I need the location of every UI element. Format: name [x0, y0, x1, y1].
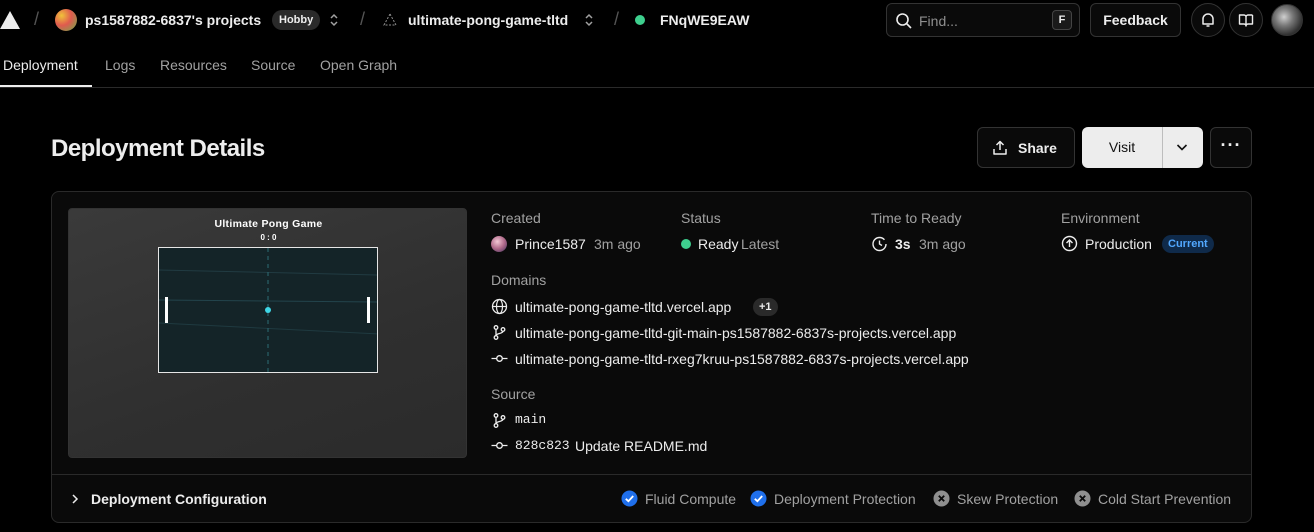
deployment-preview[interactable]: Ultimate Pong Game 0 : 0	[68, 208, 467, 458]
creator-avatar	[491, 236, 507, 252]
vercel-logo-icon[interactable]	[0, 11, 20, 29]
team-name[interactable]: ps1587882-6837's projects	[85, 12, 261, 28]
environment-value: Production	[1085, 236, 1152, 252]
commit-message[interactable]: Update README.md	[575, 438, 707, 454]
breadcrumb-separator: /	[34, 9, 40, 29]
plan-badge: Hobby	[272, 10, 321, 30]
tab-resources[interactable]: Resources	[160, 57, 227, 73]
notifications-button[interactable]	[1191, 3, 1225, 37]
deployment-status-dot	[635, 15, 645, 25]
share-button[interactable]: Share	[977, 127, 1075, 168]
time-to-ready-time: 3m ago	[919, 236, 966, 252]
environment-label: Environment	[1061, 210, 1140, 226]
book-icon	[1238, 14, 1254, 27]
search-icon	[896, 13, 912, 29]
status-value: Ready	[698, 236, 739, 252]
globe-icon	[491, 298, 508, 315]
deployment-tabs: Deployment Logs Resources Source Open Gr…	[0, 40, 1314, 88]
user-avatar[interactable]	[1271, 4, 1303, 36]
visit-button[interactable]: Visit	[1082, 127, 1162, 168]
status-label: Status	[681, 210, 721, 226]
time-to-ready-label: Time to Ready	[871, 210, 962, 226]
visit-button-group: Visit	[1082, 127, 1203, 168]
commit-hash[interactable]: 828c823	[515, 438, 570, 453]
ready-status-dot	[681, 239, 691, 249]
card-divider	[52, 474, 1251, 475]
chevron-down-icon	[1176, 144, 1188, 151]
status-note: Latest	[741, 236, 780, 252]
current-badge: Current	[1162, 235, 1214, 253]
bell-icon	[1202, 13, 1214, 27]
search-input[interactable]: Find... F	[886, 3, 1080, 37]
breadcrumb-separator: /	[360, 9, 366, 29]
visit-dropdown-button[interactable]	[1162, 127, 1203, 168]
created-time: 3m ago	[594, 236, 641, 252]
page-title: Deployment Details	[51, 135, 265, 162]
preview-game-title: Ultimate Pong Game	[214, 218, 323, 230]
share-icon	[993, 140, 1007, 155]
team-switcher-chevrons-icon[interactable]	[328, 13, 340, 27]
chevron-right-icon[interactable]	[69, 493, 81, 505]
project-switcher-chevrons-icon[interactable]	[583, 13, 595, 27]
tab-source[interactable]: Source	[251, 57, 295, 73]
git-commit-icon	[491, 442, 508, 449]
more-options-button[interactable]: ···	[1210, 127, 1252, 168]
search-placeholder: Find...	[919, 13, 958, 29]
time-to-ready-value: 3s	[895, 236, 911, 252]
creator-name[interactable]: Prince1587	[515, 236, 586, 252]
breadcrumb-separator: /	[614, 9, 620, 29]
domain-link-git-branch[interactable]: ultimate-pong-game-tltd-git-main-ps15878…	[515, 325, 956, 341]
project-triangle-icon	[383, 13, 397, 26]
pong-court-graphic	[159, 248, 377, 372]
tab-logs[interactable]: Logs	[105, 57, 135, 73]
git-branch-icon	[493, 413, 506, 428]
domains-more-badge[interactable]: +1	[753, 298, 778, 316]
domain-link-primary[interactable]: ultimate-pong-game-tltd.vercel.app	[515, 299, 731, 315]
x-circle-icon	[933, 490, 950, 507]
preview-pong-field	[158, 247, 378, 373]
production-arrow-up-icon	[1061, 235, 1078, 252]
deployment-details-card: Ultimate Pong Game 0 : 0 Created Prince1…	[51, 191, 1252, 523]
check-circle-icon	[750, 490, 767, 507]
share-label: Share	[1018, 140, 1057, 156]
top-navigation-bar: / ps1587882-6837's projects Hobby / ulti…	[0, 0, 1314, 40]
git-commit-icon	[491, 355, 508, 362]
feedback-button[interactable]: Feedback	[1090, 3, 1181, 37]
git-branch-icon	[493, 325, 506, 340]
x-circle-icon	[1074, 490, 1091, 507]
tab-open-graph[interactable]: Open Graph	[320, 57, 397, 73]
check-circle-icon	[621, 490, 638, 507]
source-branch[interactable]: main	[515, 412, 546, 427]
domains-label: Domains	[491, 272, 547, 288]
feature-name: Fluid Compute	[645, 491, 737, 507]
created-label: Created	[491, 210, 541, 226]
docs-button[interactable]	[1229, 3, 1263, 37]
search-shortcut-key: F	[1052, 10, 1072, 30]
tab-deployment[interactable]: Deployment	[3, 57, 78, 73]
team-avatar[interactable]	[55, 9, 77, 31]
active-tab-indicator	[0, 85, 92, 87]
project-name[interactable]: ultimate-pong-game-tltd	[408, 12, 568, 28]
feature-name: Deployment Protection	[774, 491, 916, 507]
feature-name: Skew Protection	[957, 491, 1059, 507]
source-label: Source	[491, 386, 536, 402]
preview-score: 0 : 0	[260, 233, 277, 242]
deployment-configuration-toggle[interactable]: Deployment Configuration	[91, 491, 267, 507]
feature-name: Cold Start Prevention	[1098, 491, 1232, 507]
domain-link-deployment[interactable]: ultimate-pong-game-tltd-rxeg7kruu-ps1587…	[515, 351, 969, 367]
deployment-id[interactable]: FNqWE9EAW	[660, 12, 749, 28]
clock-icon	[872, 236, 887, 252]
